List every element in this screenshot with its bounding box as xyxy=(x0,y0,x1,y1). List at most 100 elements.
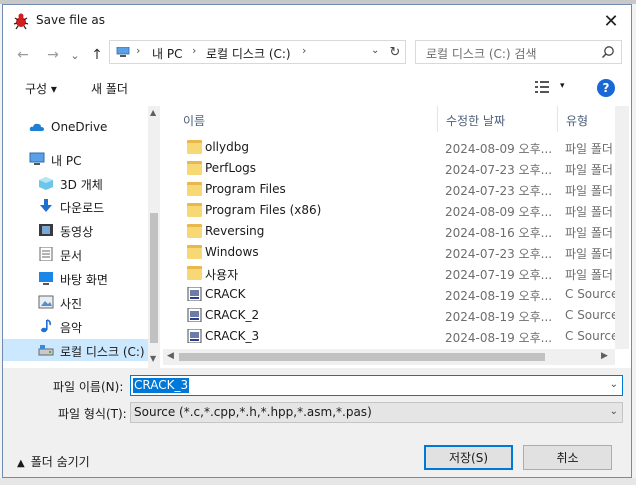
pc-icon xyxy=(116,47,130,57)
help-icon[interactable]: ? xyxy=(597,79,615,97)
file-date: 2024-08-09 오후... xyxy=(445,142,553,156)
sidebar-item-label: 3D 개체 xyxy=(60,178,103,192)
background-window-strip xyxy=(0,478,636,485)
sidebar-item-label: 로컬 디스크 (C:) xyxy=(60,345,145,359)
file-date: 2024-07-23 오후... xyxy=(445,184,553,198)
up-button[interactable]: ↑ xyxy=(87,45,107,65)
sidebar-item-videos[interactable]: 동영상 xyxy=(3,219,148,241)
file-name: CRACK_2 xyxy=(205,308,260,322)
list-item[interactable]: PerfLogs 2024-07-23 오후... 파일 폴더 xyxy=(163,158,615,179)
pc-icon xyxy=(29,152,45,165)
list-item[interactable]: Reversing 2024-08-16 오후... 파일 폴더 xyxy=(163,221,615,242)
sidebar-item-label: 사진 xyxy=(60,297,83,311)
scroll-thumb[interactable] xyxy=(150,213,158,343)
file-date: 2024-08-16 오후... xyxy=(445,226,553,240)
scroll-down-icon[interactable]: ▼ xyxy=(150,354,156,363)
recent-locations-button[interactable]: ⌄ xyxy=(65,45,85,65)
file-list: 이름 ⌃ 수정한 날짜 유형 ollydbg 2024-08-09 오후... … xyxy=(163,106,615,349)
forward-button[interactable]: → xyxy=(43,45,63,65)
file-type: 파일 폴더 xyxy=(565,247,613,261)
source-file-icon xyxy=(187,287,202,301)
save-button[interactable]: 저장(S) xyxy=(424,445,513,470)
sidebar-item-pictures[interactable]: 사진 xyxy=(3,291,148,313)
list-item[interactable]: CRACK_3 2024-08-19 오후... C Source xyxy=(163,326,615,347)
organize-button[interactable]: 구성 ▾ xyxy=(25,80,57,97)
list-item[interactable]: ollydbg 2024-08-09 오후... 파일 폴더 xyxy=(163,137,615,158)
cancel-button[interactable]: 취소 xyxy=(523,445,612,470)
sidebar-scrollbar[interactable]: ▲ ▼ xyxy=(148,106,160,368)
drive-icon xyxy=(38,345,54,356)
list-item[interactable]: 사용자 2024-07-19 오후... 파일 폴더 xyxy=(163,263,615,284)
list-item[interactable]: Windows 2024-07-23 오후... 파일 폴더 xyxy=(163,242,615,263)
address-bar[interactable]: › 내 PC › 로컬 디스크 (C:) › ⌄ ↻ xyxy=(109,40,406,64)
file-type: C Source xyxy=(565,287,615,301)
breadcrumb-my-pc[interactable]: 내 PC xyxy=(152,45,182,62)
filetype-select[interactable]: Source (*.c,*.cpp,*.h,*.hpp,*.asm,*.pas)… xyxy=(130,402,623,423)
view-dropdown-icon[interactable]: ▾ xyxy=(560,81,565,91)
refresh-button[interactable]: ↻ xyxy=(386,43,404,61)
cube-3d-icon xyxy=(39,177,53,190)
save-options-panel: 파일 이름(N): CRACK_3 ⌄ 파일 형식(T): Source (*.… xyxy=(3,368,631,477)
sidebar-item-downloads[interactable]: 다운로드 xyxy=(3,195,148,217)
navigation-bar: ← → ⌄ ↑ › 내 PC › 로컬 디스크 (C:) › ⌄ ↻ 로컬 디스… xyxy=(3,36,631,72)
file-name: 사용자 xyxy=(205,268,239,282)
document-icon xyxy=(39,247,53,261)
file-list-horizontal-scrollbar[interactable]: ◀ ▶ xyxy=(163,349,615,365)
sidebar-item-desktop[interactable]: 바탕 화면 xyxy=(3,267,148,289)
file-date: 2024-08-19 오후... xyxy=(445,310,553,324)
chevron-down-icon: ⌄ xyxy=(609,406,618,417)
scroll-up-icon[interactable]: ▲ xyxy=(150,108,156,117)
search-box[interactable]: 로컬 디스크 (C:) 검색 xyxy=(415,40,622,64)
close-button[interactable]: ✕ xyxy=(593,7,629,35)
file-name: Windows xyxy=(205,245,259,259)
desktop-icon xyxy=(39,272,53,285)
sidebar-item-local-disk[interactable]: 로컬 디스크 (C:) xyxy=(3,339,148,361)
file-list-vertical-scrollbar[interactable] xyxy=(615,106,629,349)
back-arrow-icon: ← xyxy=(17,47,29,63)
folder-icon xyxy=(187,266,202,280)
save-dialog: Save file as ✕ ← → ⌄ ↑ › 내 PC › 로컬 디스크 (… xyxy=(2,4,632,478)
list-item[interactable]: Program Files (x86) 2024-08-09 오후... 파일 … xyxy=(163,200,615,221)
view-options-icon[interactable] xyxy=(535,81,549,93)
scroll-left-icon[interactable]: ◀ xyxy=(167,351,174,361)
list-item[interactable]: CRACK_2 2024-08-19 오후... C Source xyxy=(163,305,615,326)
file-type: 파일 폴더 xyxy=(565,226,613,240)
hide-folders-toggle[interactable]: ▲ 폴더 숨기기 xyxy=(17,453,90,470)
sidebar-item-label: 문서 xyxy=(60,249,83,263)
sidebar-item-my-pc[interactable]: 내 PC xyxy=(3,148,148,170)
sidebar-item-label: 다운로드 xyxy=(60,201,105,215)
file-date: 2024-07-19 오후... xyxy=(445,268,553,282)
list-item[interactable]: Program Files 2024-07-23 오후... 파일 폴더 xyxy=(163,179,615,200)
close-icon: ✕ xyxy=(603,10,619,32)
filename-input[interactable]: CRACK_3 ⌄ xyxy=(130,375,623,396)
new-folder-button[interactable]: 새 폴더 xyxy=(91,80,128,97)
forward-arrow-icon: → xyxy=(47,47,59,63)
file-type: 파일 폴더 xyxy=(565,163,613,177)
sidebar-item-label: 내 PC xyxy=(51,154,82,168)
folder-icon xyxy=(187,245,202,259)
sort-ascending-icon: ⌃ xyxy=(315,106,323,113)
folder-icon xyxy=(187,140,202,154)
column-header-name[interactable]: 이름 ⌃ xyxy=(175,106,438,132)
command-toolbar: 구성 ▾ 새 폴더 ▾ ? xyxy=(3,72,631,106)
address-dropdown-icon[interactable]: ⌄ xyxy=(371,45,379,56)
back-button[interactable]: ← xyxy=(13,45,33,65)
sidebar-item-documents[interactable]: 문서 xyxy=(3,243,148,265)
scroll-right-icon[interactable]: ▶ xyxy=(601,351,608,361)
chevron-down-icon[interactable]: ⌄ xyxy=(610,379,618,390)
breadcrumb-local-disk[interactable]: 로컬 디스크 (C:) xyxy=(206,45,291,62)
sidebar-item-onedrive[interactable]: OneDrive xyxy=(3,116,148,138)
list-item[interactable]: CRACK 2024-08-19 오후... C Source xyxy=(163,284,615,305)
file-type: 파일 폴더 xyxy=(565,184,613,198)
sidebar-item-music[interactable]: 음악 xyxy=(3,315,148,337)
file-type: 파일 폴더 xyxy=(565,268,613,282)
file-date: 2024-08-09 오후... xyxy=(445,205,553,219)
scroll-thumb[interactable] xyxy=(179,353,545,361)
sidebar-item-3d-objects[interactable]: 3D 개체 xyxy=(3,172,148,194)
picture-icon xyxy=(38,295,54,309)
search-placeholder: 로컬 디스크 (C:) 검색 xyxy=(426,47,537,61)
column-header-type[interactable]: 유형 xyxy=(558,106,615,132)
column-header-date[interactable]: 수정한 날짜 xyxy=(438,106,558,132)
music-icon xyxy=(41,319,51,333)
file-date: 2024-08-19 오후... xyxy=(445,289,553,303)
